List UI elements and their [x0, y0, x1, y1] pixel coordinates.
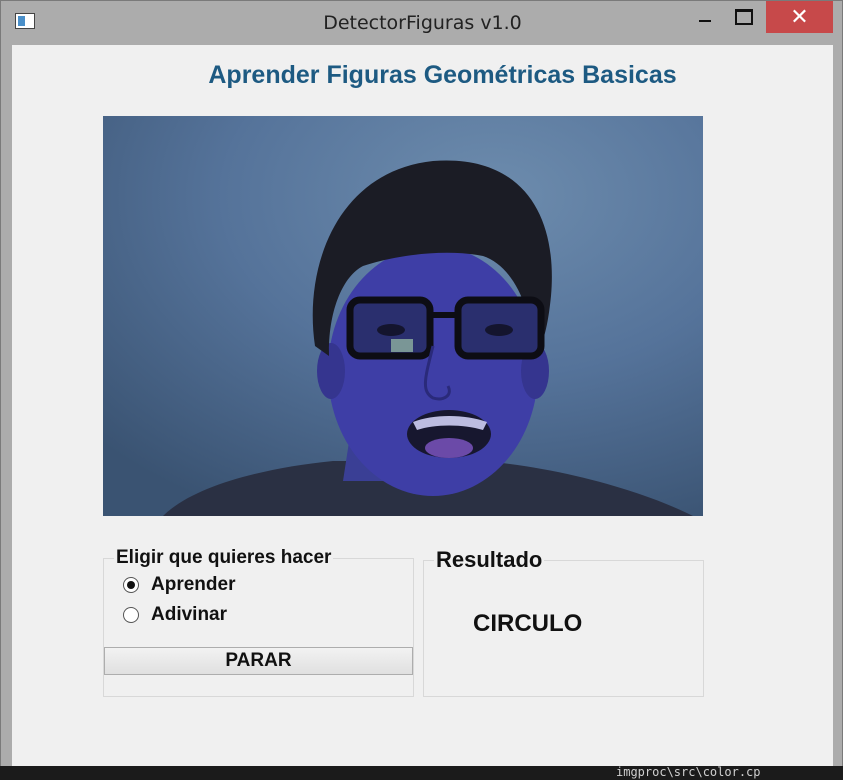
camera-feed: [103, 116, 703, 516]
client-area: Aprender Figuras Geométricas Basicas Eli…: [12, 45, 833, 767]
radio-adivinar[interactable]: Adivinar: [123, 604, 227, 626]
radio-aprender[interactable]: Aprender: [123, 574, 235, 596]
result-value: CIRCULO: [473, 610, 583, 637]
minimize-button[interactable]: [689, 1, 721, 33]
camera-image: [103, 116, 703, 516]
minimize-icon: [699, 20, 711, 22]
result-group: Resultado CIRCULO: [423, 547, 704, 697]
radio-unchecked-icon[interactable]: [123, 607, 139, 623]
mode-group-title: Eligir que quieres hacer: [114, 547, 334, 569]
radio-aprender-label: Aprender: [151, 574, 236, 595]
app-window: DetectorFiguras v1.0 ✕ Aprender Figuras …: [0, 0, 843, 776]
mode-group: Eligir que quieres hacer Aprender Adivin…: [103, 547, 414, 697]
maximize-button[interactable]: [728, 1, 760, 33]
close-button[interactable]: ✕: [766, 1, 833, 33]
radio-adivinar-label: Adivinar: [151, 604, 228, 625]
stop-button[interactable]: PARAR: [104, 647, 413, 675]
title-bar[interactable]: DetectorFiguras v1.0 ✕: [1, 1, 842, 45]
radio-checked-icon[interactable]: [123, 577, 139, 593]
close-icon: ✕: [790, 4, 809, 30]
background-console: imgproc\src\color.cp: [0, 765, 843, 780]
maximize-icon: [735, 9, 753, 25]
background-console-text: imgproc\src\color.cp: [616, 765, 761, 779]
result-group-title: Resultado: [434, 547, 545, 573]
page-title: Aprender Figuras Geométricas Basicas: [208, 61, 677, 89]
